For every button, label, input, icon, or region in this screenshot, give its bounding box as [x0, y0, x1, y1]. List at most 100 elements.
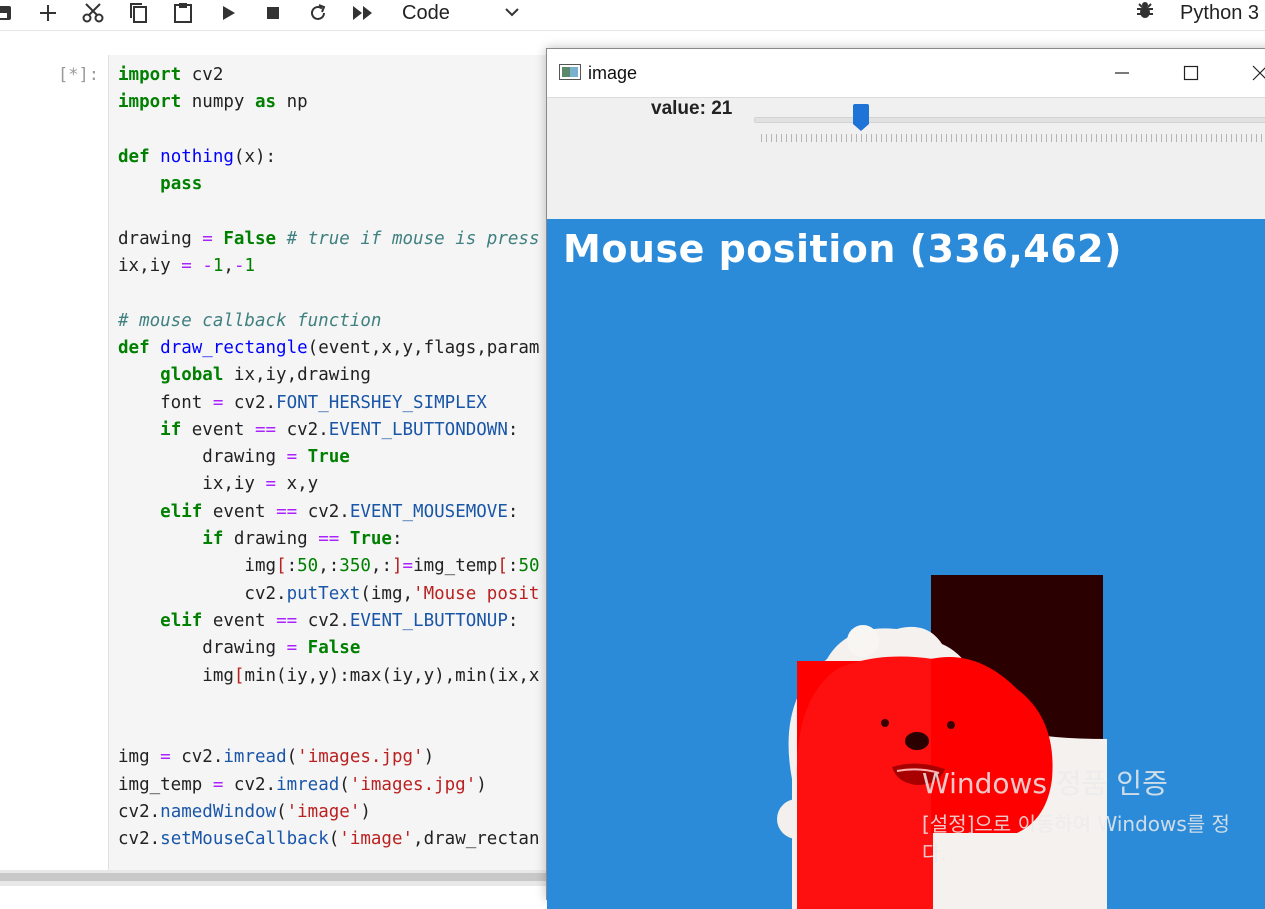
code-token: img [118, 665, 234, 686]
code-token: [ [276, 556, 287, 577]
code-token: : [507, 556, 519, 577]
scrollbar-thumb[interactable] [0, 873, 560, 881]
code-token: - [202, 256, 213, 277]
code-token: cv2. [118, 583, 287, 604]
code-token: = [181, 256, 192, 277]
code-token: - [233, 256, 245, 277]
code-token: x,y [276, 474, 319, 495]
code-token: : [391, 529, 403, 550]
copy-button[interactable] [126, 0, 150, 26]
code-token: cv2. [297, 610, 350, 631]
restart-kernel-button[interactable] [306, 0, 330, 26]
paste-button[interactable] [171, 0, 195, 26]
code-token: def [118, 337, 150, 358]
code-line: elif event == cv2.EVENT_MOUSEMOVE: [118, 499, 540, 526]
cut-button[interactable] [81, 0, 105, 26]
code-token: == [318, 529, 340, 550]
code-token: EVENT_LBUTTONDOWN [328, 419, 508, 440]
code-token: cv2. [118, 802, 161, 823]
code-token: 'images.jpg' [349, 774, 477, 795]
code-token: def [118, 146, 150, 167]
code-editor[interactable]: import cv2 import numpy as np def nothing… [118, 62, 540, 854]
restart-run-all-button[interactable] [350, 0, 376, 26]
code-token: if [202, 529, 224, 550]
trackbar-rail[interactable] [754, 117, 1265, 123]
opencv-window[interactable]: image value: 21 Mouse position (336,462) [546, 48, 1265, 909]
kernel-indicator[interactable]: Python 3 [1136, 0, 1259, 26]
code-token: event [181, 419, 255, 440]
code-line: img_temp = cv2.imread('images.jpg') [118, 772, 540, 799]
code-token: == [255, 419, 277, 440]
code-token: EVENT_LBUTTONUP [349, 610, 508, 631]
code-token: 50 [297, 556, 319, 577]
code-token: putText [286, 583, 361, 604]
code-token: drawing [118, 228, 203, 249]
code-line: cv2.setMouseCallback('image',draw_rectan [118, 826, 540, 853]
code-token: 1 [212, 256, 224, 277]
code-token: np [276, 92, 308, 113]
code-token: FONT_HERSHEY_SIMPLEX [276, 392, 487, 413]
dog-photo [777, 625, 1107, 909]
code-line: font = cv2.FONT_HERSHEY_SIMPLEX [118, 390, 540, 417]
code-line: # mouse callback function [118, 308, 540, 335]
code-token: imread [223, 747, 287, 768]
code-token: if [160, 419, 182, 440]
stop-icon [267, 7, 279, 19]
maximize-button[interactable] [1176, 61, 1206, 85]
code-token: False [307, 638, 361, 659]
code-token: img [118, 747, 161, 768]
code-token: [ [497, 556, 508, 577]
code-token: drawing [118, 447, 287, 468]
trackbar-label: value: 21 [651, 98, 733, 119]
code-token: ( [339, 774, 350, 795]
run-button[interactable] [218, 0, 240, 26]
notebook-toolbar: Code Python 3 [0, 0, 1265, 31]
image-canvas[interactable]: Mouse position (336,462) [547, 219, 1265, 909]
code-token: False [223, 228, 277, 249]
code-token: True [349, 529, 392, 550]
code-token: cv2. [223, 392, 277, 413]
code-line: ix,iy = x,y [118, 471, 540, 498]
code-line: drawing = False # true if mouse is press [118, 226, 540, 253]
cell-type-select[interactable]: Code [402, 0, 522, 26]
code-token: cv2. [276, 419, 329, 440]
code-token: ix,iy [118, 474, 266, 495]
minimize-button[interactable] [1107, 61, 1137, 85]
add-cell-icon [40, 5, 56, 21]
code-token: ,draw_rectan [413, 829, 540, 850]
code-token: nothing [160, 146, 234, 167]
close-icon [1252, 65, 1265, 81]
interrupt-button[interactable] [262, 0, 284, 26]
save-button[interactable] [0, 0, 14, 26]
add-cell-button[interactable] [36, 0, 60, 26]
code-token: imread [276, 774, 340, 795]
code-token: 'Mouse posit [413, 583, 540, 604]
code-line: if event == cv2.EVENT_LBUTTONDOWN: [118, 417, 540, 444]
code-token: cv2. [118, 829, 161, 850]
code-line: global ix,iy,drawing [118, 362, 540, 389]
code-token: pass [160, 174, 203, 195]
code-token: (event,x,y,flags,param [307, 337, 540, 358]
code-token: 'image' [286, 802, 361, 823]
mouse-position-overlay: Mouse position (336,462) [563, 227, 1122, 271]
code-token: ] [391, 556, 403, 577]
trackbar-thumb[interactable] [852, 104, 870, 132]
code-token: font [118, 392, 213, 413]
window-titlebar[interactable]: image [547, 49, 1265, 97]
close-button[interactable] [1245, 61, 1265, 85]
kernel-name: Python 3 [1180, 1, 1259, 24]
code-line: import cv2 [118, 62, 540, 89]
trackbar-panel: value: 21 [547, 97, 1265, 220]
